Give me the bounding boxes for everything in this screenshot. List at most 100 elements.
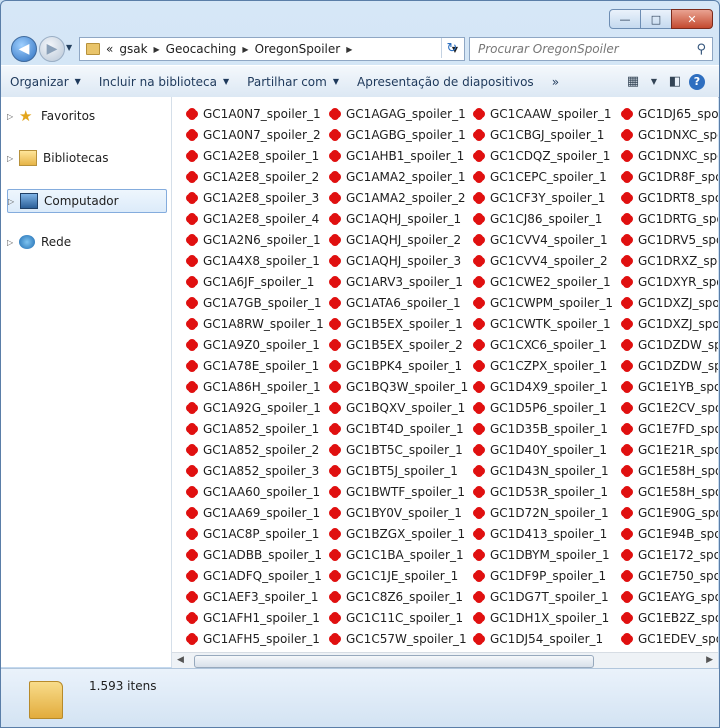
- file-item[interactable]: GC1ATA6_spoiler_1: [329, 292, 468, 313]
- file-item[interactable]: GC1A2E8_spoiler_2: [186, 166, 324, 187]
- file-item[interactable]: GC1DG7T_spoiler_1: [473, 586, 613, 607]
- file-item[interactable]: GC1E58H_spo: [621, 460, 718, 481]
- file-item[interactable]: GC1A8RW_spoiler_1: [186, 313, 324, 334]
- file-item[interactable]: GC1E21R_spo: [621, 439, 718, 460]
- close-button[interactable]: ✕: [671, 9, 713, 29]
- file-item[interactable]: GC1A9Z0_spoiler_1: [186, 334, 324, 355]
- slideshow-button[interactable]: Apresentação de diapositivos: [348, 75, 543, 89]
- search-icon[interactable]: ⚲: [696, 42, 706, 57]
- file-item[interactable]: GC1E94B_spo: [621, 523, 718, 544]
- file-item[interactable]: GC1CWPM_spoiler_1: [473, 292, 613, 313]
- file-item[interactable]: GC1DRT8_spo: [621, 187, 718, 208]
- file-item[interactable]: GC1E90G_spo: [621, 502, 718, 523]
- file-item[interactable]: GC1E2CV_spo: [621, 397, 718, 418]
- file-item[interactable]: GC1AC8P_spoiler_1: [186, 523, 324, 544]
- file-item[interactable]: GC1A852_spoiler_1: [186, 418, 324, 439]
- file-item[interactable]: GC1CVV4_spoiler_2: [473, 250, 613, 271]
- scroll-right-icon[interactable]: ▶: [706, 655, 713, 665]
- file-item[interactable]: GC1A4X8_spoiler_1: [186, 250, 324, 271]
- file-item[interactable]: GC1AA60_spoiler_1: [186, 481, 324, 502]
- file-item[interactable]: GC1C11C_spoiler_1: [329, 607, 468, 628]
- file-item[interactable]: GC1AFH5_spoiler_1: [186, 628, 324, 649]
- file-item[interactable]: GC1ADFQ_spoiler_1: [186, 565, 324, 586]
- file-item[interactable]: GC1DZDW_spo: [621, 355, 718, 376]
- file-item[interactable]: GC1D53R_spoiler_1: [473, 481, 613, 502]
- file-item[interactable]: GC1EDEV_spo: [621, 628, 718, 649]
- file-item[interactable]: GC1AQHJ_spoiler_1: [329, 208, 468, 229]
- file-item[interactable]: GC1BZGX_spoiler_1: [329, 523, 468, 544]
- file-item[interactable]: GC1DRXZ_spo: [621, 250, 718, 271]
- file-item[interactable]: GC1A0N7_spoiler_2: [186, 124, 324, 145]
- address-bar[interactable]: « gsak ▶ Geocaching ▶ OregonSpoiler ▶ ▼: [79, 37, 465, 61]
- file-item[interactable]: GC1A86H_spoiler_1: [186, 376, 324, 397]
- file-item[interactable]: GC1A2E8_spoiler_3: [186, 187, 324, 208]
- file-item[interactable]: GC1DJ65_spo: [621, 103, 718, 124]
- file-item[interactable]: GC1BQXV_spoiler_1: [329, 397, 468, 418]
- file-item[interactable]: GC1D43N_spoiler_1: [473, 460, 613, 481]
- expand-arrow-icon[interactable]: ▷: [7, 154, 19, 163]
- file-item[interactable]: GC1E172_spo: [621, 544, 718, 565]
- file-item[interactable]: GC1CWE2_spoiler_1: [473, 271, 613, 292]
- file-item[interactable]: GC1DNXC_spo: [621, 145, 718, 166]
- sidebar-item-computer[interactable]: ▷ Computador: [7, 189, 167, 213]
- file-item[interactable]: GC1DJ54_spoiler_1: [473, 628, 613, 649]
- file-item[interactable]: GC1DH1X_spoiler_1: [473, 607, 613, 628]
- file-item[interactable]: GC1A7GB_spoiler_1: [186, 292, 324, 313]
- file-item[interactable]: GC1AQHJ_spoiler_3: [329, 250, 468, 271]
- more-commands-button[interactable]: »: [543, 75, 568, 89]
- file-item[interactable]: GC1CBGJ_spoiler_1: [473, 124, 613, 145]
- file-item[interactable]: GC1AQHJ_spoiler_2: [329, 229, 468, 250]
- forward-arrow-icon[interactable]: ▶: [39, 36, 65, 62]
- chevron-right-icon[interactable]: ▶: [346, 45, 352, 54]
- file-item[interactable]: GC1DBYM_spoiler_1: [473, 544, 613, 565]
- file-item[interactable]: GC1A0N7_spoiler_1: [186, 103, 324, 124]
- expand-arrow-icon[interactable]: ▷: [8, 197, 20, 206]
- file-item[interactable]: GC1CDQZ_spoiler_1: [473, 145, 613, 166]
- file-item[interactable]: GC1DXYR_spo: [621, 271, 718, 292]
- breadcrumb-geocaching[interactable]: Geocaching: [166, 42, 237, 56]
- chevron-right-icon[interactable]: ▶: [154, 45, 160, 54]
- preview-pane-icon[interactable]: ◧: [661, 70, 689, 94]
- file-item[interactable]: GC1DR8F_spo: [621, 166, 718, 187]
- file-item[interactable]: GC1ARV3_spoiler_1: [329, 271, 468, 292]
- breadcrumb-oregonspoiler[interactable]: OregonSpoiler: [255, 42, 341, 56]
- scrollbar-thumb[interactable]: [194, 655, 594, 668]
- file-item[interactable]: GC1A2N6_spoiler_1: [186, 229, 324, 250]
- refresh-icon[interactable]: ↻: [441, 38, 462, 58]
- file-item[interactable]: GC1A2E8_spoiler_1: [186, 145, 324, 166]
- file-item[interactable]: GC1AGBG_spoiler_1: [329, 124, 468, 145]
- breadcrumb-gsak[interactable]: gsak: [119, 42, 147, 56]
- back-arrow-icon[interactable]: ◀: [11, 36, 37, 62]
- file-item[interactable]: GC1D35B_spoiler_1: [473, 418, 613, 439]
- file-item[interactable]: GC1D40Y_spoiler_1: [473, 439, 613, 460]
- file-item[interactable]: GC1BT5C_spoiler_1: [329, 439, 468, 460]
- file-item[interactable]: GC1DNXC_spo: [621, 124, 718, 145]
- file-item[interactable]: GC1E7FD_spo: [621, 418, 718, 439]
- sidebar-item-network[interactable]: ▷ Rede: [7, 231, 165, 253]
- file-item[interactable]: GC1C1JE_spoiler_1: [329, 565, 468, 586]
- file-item[interactable]: GC1E58H_spo: [621, 481, 718, 502]
- file-item[interactable]: GC1CWTK_spoiler_1: [473, 313, 613, 334]
- file-item[interactable]: GC1DF9P_spoiler_1: [473, 565, 613, 586]
- file-item[interactable]: GC1E1YB_spo: [621, 376, 718, 397]
- file-item[interactable]: GC1CVV4_spoiler_1: [473, 229, 613, 250]
- share-menu[interactable]: Partilhar com ▼: [238, 75, 348, 89]
- file-item[interactable]: GC1CXC6_spoiler_1: [473, 334, 613, 355]
- file-item[interactable]: GC1EB2Z_spo: [621, 607, 718, 628]
- file-item[interactable]: GC1DZDW_spo: [621, 334, 718, 355]
- file-item[interactable]: GC1AA69_spoiler_1: [186, 502, 324, 523]
- expand-arrow-icon[interactable]: ▷: [7, 238, 19, 247]
- horizontal-scrollbar[interactable]: ◀ ▶: [172, 652, 718, 669]
- breadcrumb-overflow[interactable]: «: [106, 42, 113, 56]
- file-item[interactable]: GC1D5P6_spoiler_1: [473, 397, 613, 418]
- file-item[interactable]: GC1A852_spoiler_3: [186, 460, 324, 481]
- file-item[interactable]: GC1E750_spo: [621, 565, 718, 586]
- file-item[interactable]: GC1DXZJ_spo: [621, 292, 718, 313]
- recent-pages-dropdown-icon[interactable]: ▼: [66, 43, 72, 52]
- chevron-right-icon[interactable]: ▶: [242, 45, 248, 54]
- file-item[interactable]: GC1BPK4_spoiler_1: [329, 355, 468, 376]
- file-item[interactable]: GC1AFH1_spoiler_1: [186, 607, 324, 628]
- file-item[interactable]: GC1D4X9_spoiler_1: [473, 376, 613, 397]
- file-item[interactable]: GC1CAAW_spoiler_1: [473, 103, 613, 124]
- file-item[interactable]: GC1CF3Y_spoiler_1: [473, 187, 613, 208]
